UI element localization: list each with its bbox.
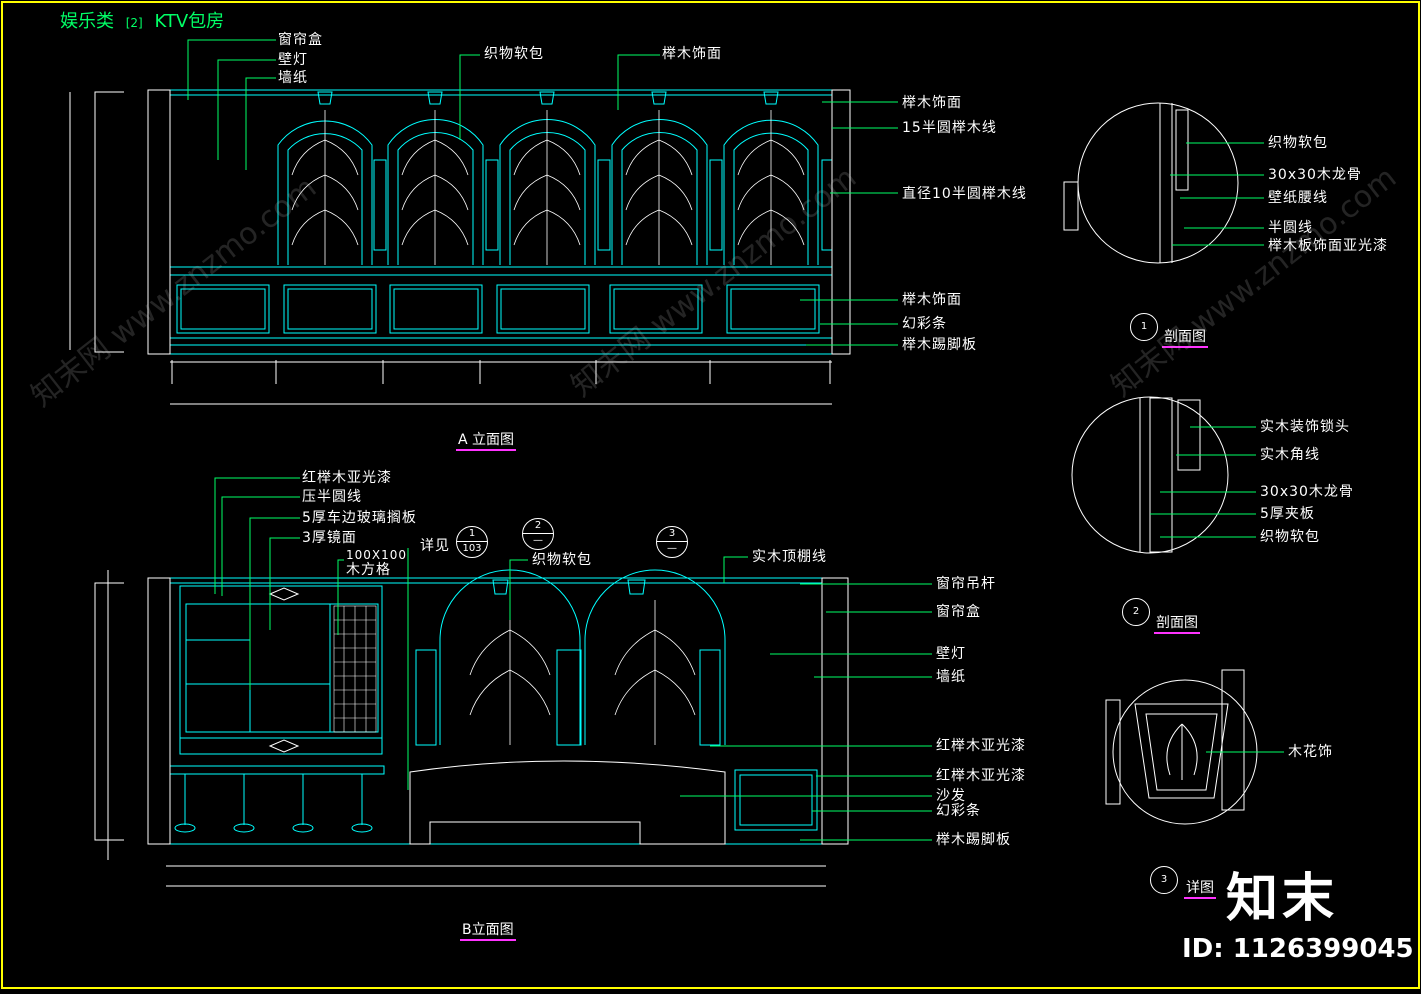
b-label-right-5: 红榉木亚光漆 <box>936 738 1026 754</box>
s1-label-4: 半圆线 <box>1268 220 1313 236</box>
b-detail-bubble-1: 1 103 <box>456 526 488 558</box>
s2-label-5: 织物软包 <box>1260 529 1320 545</box>
bubble-1-top: 1 <box>468 528 476 539</box>
b-label-left-2: 压半圆线 <box>302 489 362 505</box>
a-label-right-1: 榉木饰面 <box>902 95 962 111</box>
a-label-wallpaper: 墙纸 <box>278 70 308 86</box>
b-label-right-8: 幻彩条 <box>936 803 981 819</box>
b-label-right-4: 墙纸 <box>936 669 966 685</box>
elevation-a-drawing <box>147 89 851 355</box>
b-label-right-7: 沙发 <box>936 788 966 804</box>
b-detail-bubble-2: 2 — <box>522 518 554 550</box>
drawing-title: 娱乐类 [2] KTV包房 <box>60 12 224 33</box>
s1-label-1: 织物软包 <box>1268 135 1328 151</box>
cad-drawing <box>1 1 1420 989</box>
bubble-3-top: 3 <box>668 528 676 539</box>
s2-label-1: 实木装饰锁头 <box>1260 419 1350 435</box>
s1-label-5: 榉木板饰面亚光漆 <box>1268 238 1388 254</box>
watermark-brand: 知末 <box>1226 869 1339 929</box>
s1-number-bubble: 1 <box>1130 313 1158 341</box>
s2-caption: 剖面图 <box>1154 615 1200 634</box>
b-label-left-3: 5厚车边玻璃搁板 <box>302 510 417 526</box>
b-label-right-3: 壁灯 <box>936 646 966 662</box>
s2-number-bubble: 2 <box>1122 598 1150 626</box>
b-label-cornice: 实木顶棚线 <box>752 549 827 565</box>
b-label-left-5: 100X100 <box>346 548 408 562</box>
s1-label-2: 30x30木龙骨 <box>1268 167 1362 183</box>
detail-3-drawing <box>1105 669 1258 825</box>
b-label-left-4: 3厚镜面 <box>302 530 357 546</box>
b-label-right-2: 窗帘盒 <box>936 604 981 620</box>
b-label-right-9: 榉木踢脚板 <box>936 832 1011 848</box>
title-index: [2] <box>125 16 143 30</box>
b-label-fabric: 织物软包 <box>532 552 592 568</box>
a-elevation-caption: A 立面图 <box>456 432 517 451</box>
a-label-right-5: 幻彩条 <box>902 316 947 332</box>
a-label-right-6: 榉木踢脚板 <box>902 337 977 353</box>
b-elevation-caption: B立面图 <box>460 922 516 941</box>
elevation-b-drawing <box>147 569 849 845</box>
title-room: KTV包房 <box>154 11 225 32</box>
a-label-wall-lamp: 壁灯 <box>278 52 308 68</box>
drawing-sheet <box>0 0 1421 990</box>
title-category: 娱乐类 <box>60 11 114 32</box>
bubble-2-bottom: — <box>523 533 553 548</box>
a-label-beech-top: 榉木饰面 <box>662 46 722 62</box>
a-label-right-4: 榉木饰面 <box>902 292 962 308</box>
a-label-curtain-box: 窗帘盒 <box>278 32 323 48</box>
bubble-1-bottom: 103 <box>457 541 487 556</box>
d3-caption: 详图 <box>1184 880 1216 899</box>
b-label-right-1: 窗帘吊杆 <box>936 576 996 592</box>
b-label-right-6: 红榉木亚光漆 <box>936 768 1026 784</box>
watermark-id: ID: 1126399045 <box>1182 934 1414 964</box>
bubble-3-bottom: — <box>657 541 687 556</box>
s1-caption: 剖面图 <box>1162 329 1208 348</box>
section-1-drawing <box>1063 102 1239 264</box>
section-2-drawing <box>1071 396 1229 554</box>
a-label-fabric: 织物软包 <box>484 46 544 62</box>
d3-label-1: 木花饰 <box>1288 744 1333 760</box>
a-label-right-2: 15半圆榉木线 <box>902 120 997 136</box>
d3-number-bubble: 3 <box>1150 866 1178 894</box>
b-label-left-6: 木方格 <box>346 562 391 578</box>
s1-label-3: 壁纸腰线 <box>1268 190 1328 206</box>
s2-label-4: 5厚夹板 <box>1260 506 1315 522</box>
b-detail-bubble-3: 3 — <box>656 526 688 558</box>
bubble-2-top: 2 <box>534 520 542 531</box>
s2-label-2: 实木角线 <box>1260 447 1320 463</box>
a-label-right-3: 直径10半圆榉木线 <box>902 186 1027 202</box>
b-label-left-1: 红榉木亚光漆 <box>302 470 392 486</box>
s2-label-3: 30x30木龙骨 <box>1260 484 1354 500</box>
b-label-left-7: 详见 <box>420 538 450 554</box>
